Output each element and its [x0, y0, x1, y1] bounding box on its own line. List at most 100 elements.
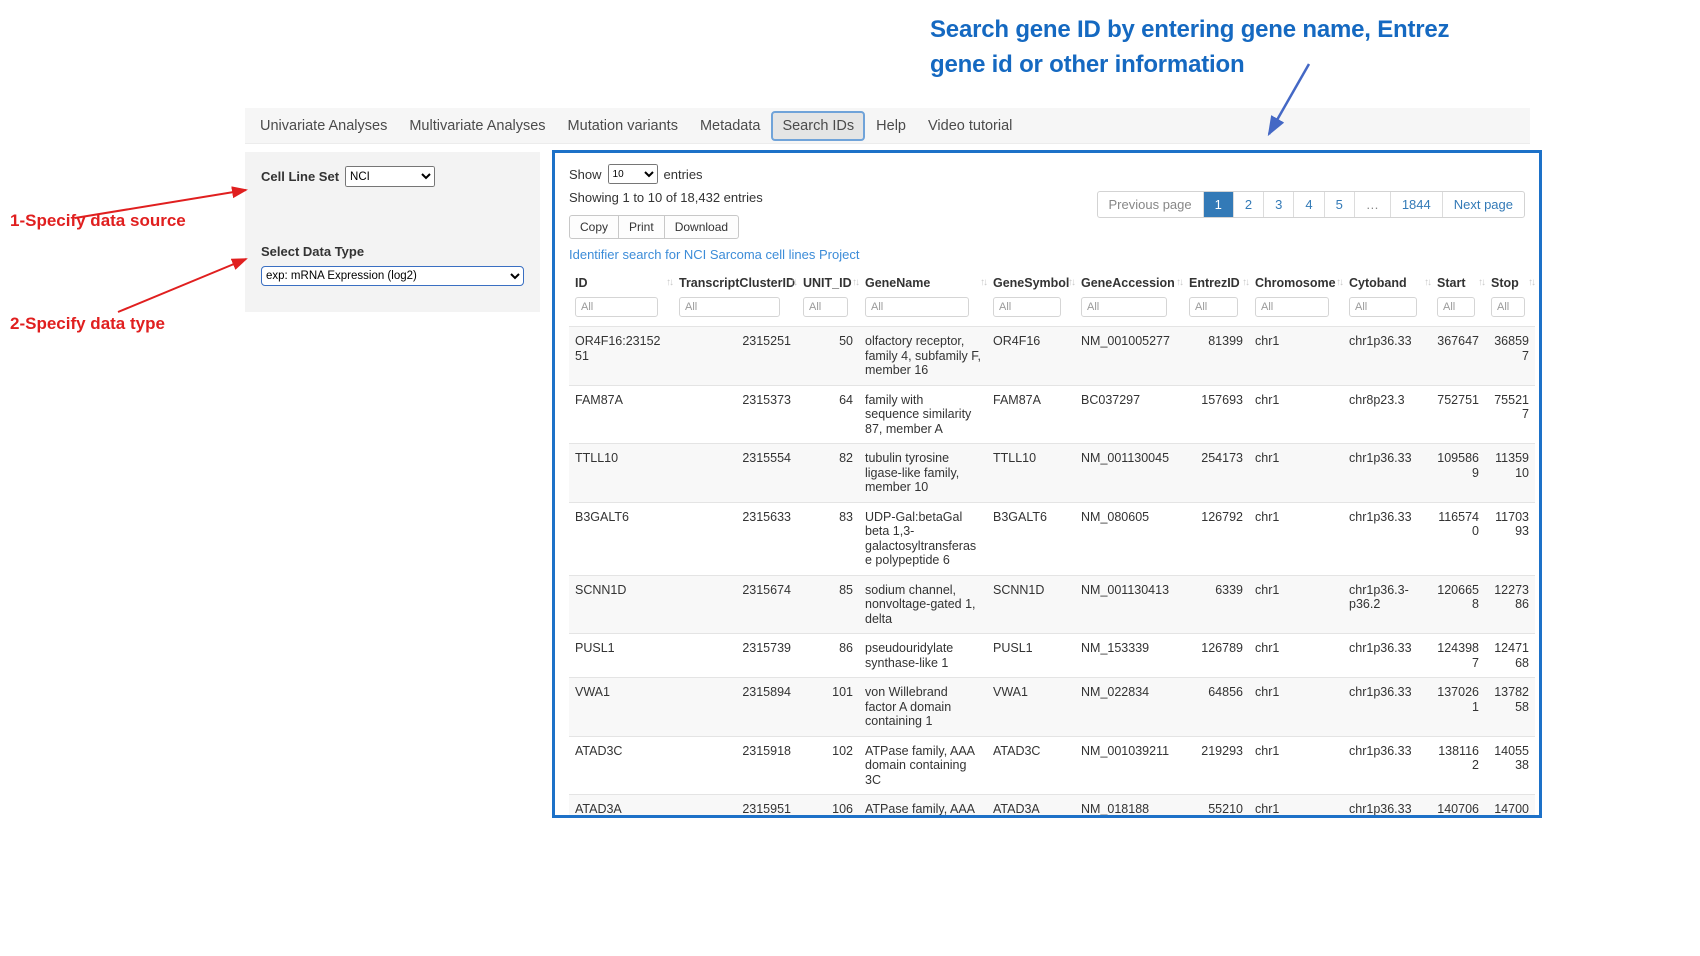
cell-genename: pseudouridylate synthase-like 1 — [859, 634, 987, 678]
cell-start: 752751 — [1431, 385, 1485, 444]
cell-unit-id: 86 — [797, 634, 859, 678]
cell-stop: 1247168 — [1485, 634, 1535, 678]
filter-cell-entrezid — [1183, 295, 1249, 327]
cell-chromosome: chr1 — [1249, 795, 1343, 819]
filter-cell-chromosome — [1249, 295, 1343, 327]
filter-input-cytoband[interactable] — [1349, 297, 1417, 317]
annotation-data-type: 2-Specify data type — [10, 314, 165, 334]
tab-search-ids[interactable]: Search IDs — [771, 111, 865, 141]
filter-input-start[interactable] — [1437, 297, 1475, 317]
cell-transcriptclusterid: 2315674 — [673, 575, 797, 634]
annotation-search-note-line2: gene id or other information — [930, 47, 1550, 82]
cell-start: 367647 — [1431, 327, 1485, 386]
export-buttons: CopyPrintDownload — [569, 215, 739, 239]
page-length-select[interactable]: 10 — [608, 164, 658, 184]
page-button-1[interactable]: 1 — [1203, 192, 1233, 217]
filter-input-transcriptclusterid[interactable] — [679, 297, 780, 317]
tab-mutation-variants[interactable]: Mutation variants — [557, 111, 689, 141]
previous-page-button[interactable]: Previous page — [1098, 192, 1203, 217]
column-header-geneaccession[interactable]: GeneAccession↑↓ — [1075, 270, 1183, 295]
data-type-select[interactable]: exp: mRNA Expression (log2) — [261, 266, 524, 286]
cell-start: 1165740 — [1431, 502, 1485, 575]
cell-line-set-select[interactable]: NCI — [345, 166, 435, 187]
column-header-id[interactable]: ID↑↓ — [569, 270, 673, 295]
cell-start: 1095869 — [1431, 444, 1485, 503]
table-row: PUSL1231573986pseudouridylate synthase-l… — [569, 634, 1535, 678]
cell-genename: family with sequence similarity 87, memb… — [859, 385, 987, 444]
cell-genename: tubulin tyrosine ligase-like family, mem… — [859, 444, 987, 503]
filter-input-stop[interactable] — [1491, 297, 1525, 317]
column-header-genename[interactable]: GeneName↑↓ — [859, 270, 987, 295]
column-header-cytoband[interactable]: Cytoband↑↓ — [1343, 270, 1431, 295]
column-header-transcriptclusterid[interactable]: TranscriptClusterID↑↓ — [673, 270, 797, 295]
column-header-chromosome[interactable]: Chromosome↑↓ — [1249, 270, 1343, 295]
sidebar-panel: Cell Line Set NCI Select Data Type exp: … — [245, 152, 540, 312]
table-row: ATAD3A2315951106ATPase family, AAA domai… — [569, 795, 1535, 819]
copy-button[interactable]: Copy — [569, 215, 619, 239]
cell-cytoband: chr1p36.33 — [1343, 795, 1431, 819]
cell-transcriptclusterid: 2315918 — [673, 736, 797, 795]
cell-id: TTLL10 — [569, 444, 673, 503]
cell-genesymbol: ATAD3A — [987, 795, 1075, 819]
filter-input-unit-id[interactable] — [803, 297, 848, 317]
cell-entrezid: 6339 — [1183, 575, 1249, 634]
tab-univariate-analyses[interactable]: Univariate Analyses — [249, 111, 398, 141]
filter-cell-unit-id — [797, 295, 859, 327]
filter-input-genename[interactable] — [865, 297, 969, 317]
filter-cell-genename — [859, 295, 987, 327]
cell-stop: 1227386 — [1485, 575, 1535, 634]
download-button[interactable]: Download — [664, 215, 739, 239]
page-button-3[interactable]: 3 — [1263, 192, 1293, 217]
tab-metadata[interactable]: Metadata — [689, 111, 771, 141]
cell-start: 1407062 — [1431, 795, 1485, 819]
cell-unit-id: 101 — [797, 678, 859, 737]
column-header-unit-id[interactable]: UNIT_ID↑↓ — [797, 270, 859, 295]
cell-geneaccession: BC037297 — [1075, 385, 1183, 444]
cell-start: 1206658 — [1431, 575, 1485, 634]
filter-input-chromosome[interactable] — [1255, 297, 1329, 317]
identifier-search-link[interactable]: Identifier search for NCI Sarcoma cell l… — [569, 247, 1525, 264]
page-button-2[interactable]: 2 — [1233, 192, 1263, 217]
filter-input-entrezid[interactable] — [1189, 297, 1238, 317]
filter-input-geneaccession[interactable] — [1081, 297, 1167, 317]
tab-video-tutorial[interactable]: Video tutorial — [917, 111, 1023, 141]
column-header-start[interactable]: Start↑↓ — [1431, 270, 1485, 295]
cell-genesymbol: FAM87A — [987, 385, 1075, 444]
filter-cell-transcriptclusterid — [673, 295, 797, 327]
cell-geneaccession: NM_153339 — [1075, 634, 1183, 678]
cell-geneaccession: NM_001130413 — [1075, 575, 1183, 634]
next-page-button[interactable]: Next page — [1442, 192, 1524, 217]
page-button-5[interactable]: 5 — [1324, 192, 1354, 217]
page-button-4[interactable]: 4 — [1293, 192, 1323, 217]
cell-genesymbol: OR4F16 — [987, 327, 1075, 386]
cell-genesymbol: B3GALT6 — [987, 502, 1075, 575]
cell-transcriptclusterid: 2315739 — [673, 634, 797, 678]
pagination: Previous page12345…1844Next page — [1097, 191, 1525, 218]
filter-cell-cytoband — [1343, 295, 1431, 327]
cell-genename: ATPase family, AAA domain containing 3A — [859, 795, 987, 819]
sort-icon: ↑↓ — [666, 277, 672, 288]
cell-id: B3GALT6 — [569, 502, 673, 575]
page-ellipsis: … — [1354, 192, 1390, 217]
tab-help[interactable]: Help — [865, 111, 917, 141]
page-button-1844[interactable]: 1844 — [1390, 192, 1442, 217]
table-row: SCNN1D231567485sodium channel, nonvoltag… — [569, 575, 1535, 634]
column-header-genesymbol[interactable]: GeneSymbol↑↓ — [987, 270, 1075, 295]
cell-genename: ATPase family, AAA domain containing 3C — [859, 736, 987, 795]
cell-cytoband: chr1p36.33 — [1343, 678, 1431, 737]
cell-transcriptclusterid: 2315894 — [673, 678, 797, 737]
cell-unit-id: 102 — [797, 736, 859, 795]
tab-multivariate-analyses[interactable]: Multivariate Analyses — [398, 111, 556, 141]
filter-input-id[interactable] — [575, 297, 658, 317]
cell-id: PUSL1 — [569, 634, 673, 678]
cell-chromosome: chr1 — [1249, 736, 1343, 795]
table-filter-row — [569, 295, 1535, 327]
print-button[interactable]: Print — [618, 215, 665, 239]
filter-input-genesymbol[interactable] — [993, 297, 1061, 317]
page: Search gene ID by entering gene name, En… — [0, 0, 1700, 956]
cell-start: 1370261 — [1431, 678, 1485, 737]
column-header-entrezid[interactable]: EntrezID↑↓ — [1183, 270, 1249, 295]
cell-stop: 755217 — [1485, 385, 1535, 444]
cell-stop: 1135910 — [1485, 444, 1535, 503]
column-header-stop[interactable]: Stop↑↓ — [1485, 270, 1535, 295]
